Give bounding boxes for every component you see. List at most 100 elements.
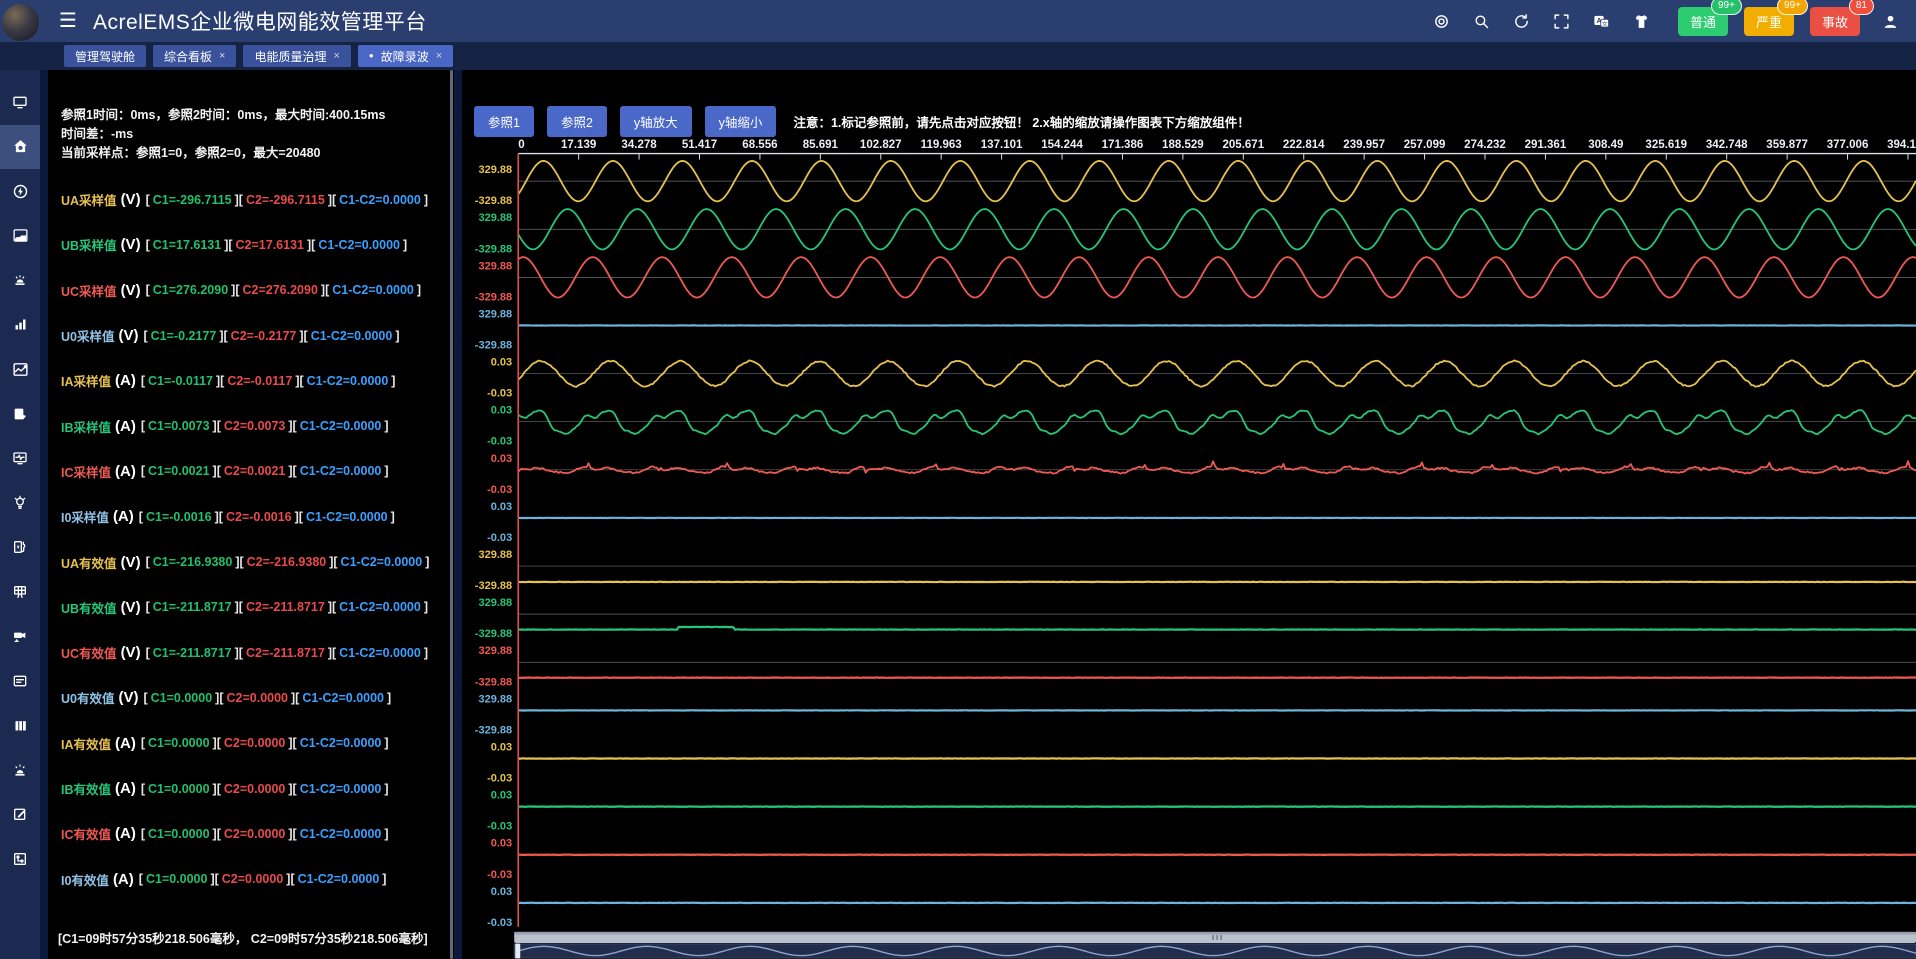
tab-close-icon[interactable]: × — [436, 50, 442, 62]
channel-unit: (A) — [115, 418, 136, 435]
tab-4[interactable]: ●故障录波× — [358, 45, 453, 67]
measurement-row: UC采样值(V)[C1=276.2090][C2=276.2090][C1-C2… — [48, 268, 454, 313]
sidebar-item-idea-bulb[interactable] — [0, 481, 40, 526]
sidebar-item-alarm-light[interactable] — [0, 748, 40, 793]
toolbar-button-2[interactable]: 参照2 — [547, 106, 607, 137]
tab-label: 管理驾驶舱 — [75, 48, 135, 65]
bracket: ][ — [329, 555, 337, 569]
channel-unit: (V) — [121, 191, 141, 208]
waveform-chart-column: 参照1参照2y轴放大y轴缩小注意：1.标记参照前，请先点击对应按钮！ 2.x轴的… — [462, 70, 1916, 959]
bracket: ][ — [213, 827, 221, 841]
alarm-button-1[interactable]: 普通99+ — [1678, 7, 1728, 36]
channel-unit: (V) — [121, 282, 141, 299]
toolbar-button-1[interactable]: 参照1 — [474, 106, 534, 137]
channel-unit: (V) — [121, 554, 141, 571]
bracket: ] — [424, 193, 428, 207]
channel-label: U0采样值 — [61, 326, 114, 345]
language-icon[interactable]: A文 — [1592, 11, 1612, 31]
bracket: ][ — [213, 419, 221, 433]
tab-3[interactable]: 电能质量治理× — [243, 45, 350, 67]
alarm-button-3[interactable]: 事故81 — [1810, 7, 1860, 36]
cursor2-value: C2=-211.8717 — [246, 646, 325, 660]
sidebar-item-energy[interactable] — [0, 169, 40, 214]
fullscreen-icon[interactable] — [1552, 11, 1572, 31]
alarm-button-2[interactable]: 严重99+ — [1744, 7, 1794, 36]
cursor2-value: C2=-216.9380 — [247, 555, 327, 569]
difference-value: C1-C2=0.0000 — [300, 419, 382, 433]
target-icon[interactable] — [1432, 11, 1452, 31]
y-max-label: 329.88 — [478, 260, 512, 272]
bracket: ] — [424, 646, 428, 660]
difference-value: C1-C2=0.0000 — [306, 510, 388, 524]
navigator-left-handle[interactable] — [515, 943, 520, 958]
bracket: [ — [141, 464, 145, 478]
measurement-row: UA有效值(V)[C1=-216.9380][C2=-216.9380][C1-… — [48, 539, 454, 584]
sidebar-item-edit[interactable] — [0, 792, 40, 837]
cursor1-value: C1=0.0021 — [148, 464, 210, 478]
y-min-label: -329.88 — [475, 291, 512, 303]
bracket: [ — [146, 238, 150, 252]
bracket: ][ — [328, 600, 336, 614]
difference-value: C1-C2=0.0000 — [332, 283, 414, 297]
cursor1-value: C1=0.0000 — [148, 736, 210, 750]
sidebar-item-dashboard-monitor[interactable] — [0, 80, 40, 125]
x-tick-label: 171.386 — [1102, 139, 1144, 151]
waveform-7 — [518, 461, 1916, 473]
refresh-icon[interactable] — [1512, 11, 1532, 31]
bracket: ] — [387, 691, 391, 705]
y-min-label: -329.88 — [475, 580, 512, 592]
main-area: 参照1时间：0ms，参照2时间：0ms，最大时间:400.15ms时间差：-ms… — [0, 70, 1916, 959]
user-icon[interactable] — [1880, 11, 1900, 31]
search-icon[interactable] — [1472, 11, 1492, 31]
channel-unit: (A) — [115, 825, 136, 842]
sidebar-item-solar-panel[interactable] — [0, 570, 40, 615]
bracket: ][ — [288, 827, 296, 841]
y-min-label: -329.88 — [475, 676, 512, 688]
x-tick-label: 342.748 — [1706, 139, 1748, 151]
tab-1[interactable]: 管理驾驶舱 — [64, 45, 146, 67]
bracket: [ — [146, 646, 150, 660]
cursor2-value: C2=0.0073 — [224, 419, 286, 433]
bracket: [ — [146, 555, 150, 569]
theme-icon[interactable] — [1632, 11, 1652, 31]
sidebar-item-circuit-board[interactable] — [0, 837, 40, 882]
toolbar-button-4[interactable]: y轴缩小 — [705, 106, 777, 137]
sidebar-item-alarm-siren[interactable] — [0, 258, 40, 303]
bracket: ][ — [224, 238, 232, 252]
tab-close-icon[interactable]: × — [333, 50, 339, 62]
menu-toggle-icon[interactable]: ☰ — [59, 11, 77, 31]
tab-close-icon[interactable]: × — [219, 50, 225, 62]
bracket: [ — [141, 419, 145, 433]
sidebar-item-archive[interactable] — [0, 703, 40, 748]
sidebar-item-bar-chart[interactable] — [0, 303, 40, 348]
sidebar-item-monitor-wave[interactable] — [0, 436, 40, 481]
cursor-timestamp: [C1=09时57分35秒218.506毫秒， C2=09时57分35秒218.… — [58, 928, 428, 947]
sidebar-item-control-panel[interactable] — [0, 659, 40, 704]
measurement-row: U0有效值(V)[C1=0.0000][C2=0.0000][C1-C2=0.0… — [48, 675, 454, 720]
sidebar-item-home[interactable] — [0, 125, 40, 170]
cursor2-value: C2=0.0000 — [224, 736, 286, 750]
measurement-row: I0有效值(A)[C1=0.0000][C2=0.0000][C1-C2=0.0… — [48, 856, 454, 901]
toolbar-button-3[interactable]: y轴放大 — [620, 106, 692, 137]
panel-scrollbar[interactable] — [450, 70, 453, 959]
x-tick-label: 291.361 — [1525, 139, 1567, 151]
avatar[interactable] — [2, 4, 39, 41]
cursor2-value: C2=276.2090 — [242, 283, 317, 297]
bracket: ] — [382, 872, 386, 886]
alarm-buttons: 普通99+ 严重99+ 事故81 — [1678, 7, 1860, 36]
y-min-label: -329.88 — [475, 195, 512, 207]
channel-label: IA有效值 — [61, 734, 111, 753]
sidebar-item-ev-charger[interactable] — [0, 525, 40, 570]
sidebar-item-trend-chart[interactable] — [0, 347, 40, 392]
bracket: ][ — [215, 691, 223, 705]
y-min-label: -0.03 — [487, 388, 512, 400]
y-min-label: -0.03 — [487, 917, 512, 929]
cursor1-value: C1=0.0000 — [148, 827, 210, 841]
x-tick-label: 137.101 — [981, 139, 1023, 151]
tab-2[interactable]: 综合看板× — [153, 45, 236, 67]
sidebar-item-camera[interactable] — [0, 614, 40, 659]
measurement-panel: 参照1时间：0ms，参照2时间：0ms，最大时间:400.15ms时间差：-ms… — [48, 70, 454, 959]
sidebar-item-report[interactable] — [0, 392, 40, 437]
bracket: ][ — [288, 736, 296, 750]
sidebar-item-area-chart[interactable] — [0, 214, 40, 259]
